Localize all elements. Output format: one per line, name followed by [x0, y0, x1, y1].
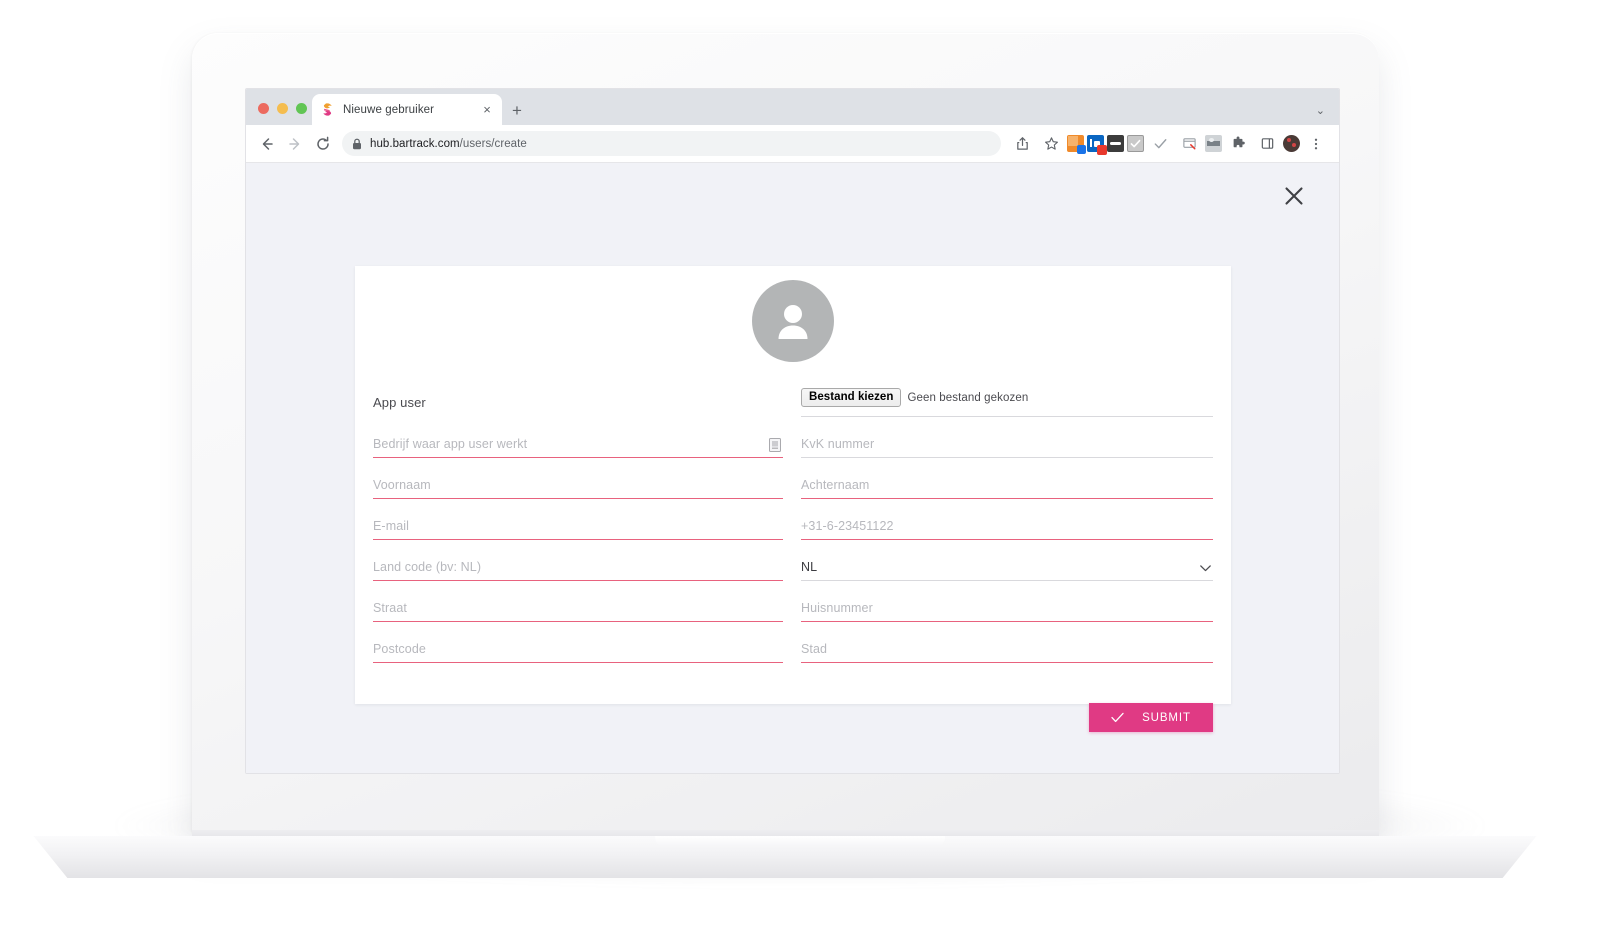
browser-toolbar: hub.bartrack.com/users/create — [246, 125, 1339, 163]
browser-tab-strip: Nieuwe gebruiker × + ⌄ — [246, 89, 1339, 125]
page-title: App user — [373, 395, 426, 410]
back-button[interactable] — [254, 131, 280, 157]
extensions-puzzle-icon[interactable] — [1225, 131, 1251, 157]
url-host: hub.bartrack.com — [370, 137, 460, 150]
field-postcode[interactable]: Postcode — [373, 628, 783, 669]
field-street[interactable]: Straat — [373, 587, 783, 628]
browser-window: Nieuwe gebruiker × + ⌄ hub.bartrack.com/… — [245, 88, 1340, 774]
choose-file-button[interactable]: Bestand kiezen — [801, 388, 902, 407]
extension-checkbox-icon[interactable] — [1127, 135, 1144, 152]
field-last-name[interactable]: Achternaam — [801, 464, 1213, 505]
extension-photo-icon[interactable] — [1205, 135, 1222, 152]
field-placeholder: Achternaam — [801, 478, 870, 492]
menu-kebab-icon[interactable] — [1303, 131, 1329, 157]
reload-button[interactable] — [310, 131, 336, 157]
address-bar[interactable]: hub.bartrack.com/users/create — [342, 131, 1001, 156]
field-underline — [373, 498, 783, 499]
submit-button[interactable]: SUBMIT — [1089, 703, 1213, 732]
select-value: NL — [801, 560, 818, 574]
field-placeholder: Straat — [373, 601, 407, 615]
field-placeholder: Voornaam — [373, 478, 431, 492]
tab-close-icon[interactable]: × — [480, 103, 494, 116]
field-email[interactable]: E-mail — [373, 505, 783, 546]
submit-row: SUBMIT — [1089, 703, 1213, 732]
forward-button[interactable] — [282, 131, 308, 157]
close-icon — [1285, 187, 1303, 205]
screenshot-root: Nieuwe gebruiker × + ⌄ hub.bartrack.com/… — [0, 0, 1600, 948]
arrow-right-icon — [289, 137, 300, 150]
field-underline — [373, 457, 783, 458]
field-underline — [801, 498, 1213, 499]
field-placeholder: Postcode — [373, 642, 426, 656]
create-user-card: App user Bestand kiezen Geen bestand gek… — [355, 266, 1231, 732]
extension-window-icon[interactable] — [1176, 131, 1202, 157]
chevron-down-icon[interactable]: ⌄ — [1316, 104, 1325, 117]
url-path: /users/create — [459, 137, 527, 150]
field-placeholder: KvK nummer — [801, 437, 875, 451]
field-underline — [801, 621, 1213, 622]
share-icon[interactable] — [1009, 131, 1035, 157]
linkedin-extension-icon[interactable] — [1087, 135, 1107, 155]
file-input-inner: Bestand kiezen Geen bestand gekozen — [801, 388, 1028, 417]
business-card-icon[interactable] — [769, 438, 781, 452]
address-bar-url: hub.bartrack.com/users/create — [370, 138, 527, 150]
checkmark-icon[interactable] — [1147, 131, 1173, 157]
field-underline — [373, 580, 783, 581]
field-country-select[interactable]: NL — [801, 546, 1213, 587]
field-country-code[interactable]: Land code (bv: NL) — [373, 546, 783, 587]
browser-tab[interactable]: Nieuwe gebruiker × — [312, 94, 502, 125]
field-placeholder: Bedrijf waar app user werkt — [373, 437, 528, 451]
field-house-number[interactable]: Huisnummer — [801, 587, 1213, 628]
field-underline — [801, 539, 1213, 540]
extension-dark-icon[interactable] — [1107, 135, 1124, 152]
field-underline — [373, 539, 783, 540]
page-content: App user Bestand kiezen Geen bestand gek… — [246, 163, 1339, 773]
submit-button-label: SUBMIT — [1142, 711, 1191, 724]
profile-avatar-icon[interactable] — [1283, 135, 1300, 152]
field-underline — [801, 457, 1213, 458]
toolbar-actions — [1009, 131, 1329, 157]
avatar[interactable] — [752, 280, 834, 362]
side-panel-icon[interactable] — [1254, 131, 1280, 157]
section-label-row: App user — [373, 382, 783, 423]
close-window-button[interactable] — [258, 103, 269, 114]
minimize-window-button[interactable] — [277, 103, 288, 114]
avatar-wrapper — [355, 266, 1231, 362]
file-status-label: Geen bestand gekozen — [907, 391, 1029, 404]
window-controls — [258, 103, 307, 114]
field-placeholder: Land code (bv: NL) — [373, 560, 482, 574]
check-icon — [1111, 712, 1124, 723]
bookmark-star-icon[interactable] — [1038, 131, 1064, 157]
field-placeholder: Huisnummer — [801, 601, 873, 615]
user-placeholder-icon — [778, 305, 808, 339]
browser-tab-title: Nieuwe gebruiker — [343, 103, 435, 116]
field-underline — [373, 621, 783, 622]
field-underline — [801, 662, 1213, 663]
field-underline — [373, 662, 783, 663]
avatar-file-field[interactable]: Bestand kiezen Geen bestand gekozen — [801, 382, 1213, 423]
laptop-base-notch — [655, 836, 945, 846]
arrow-left-icon — [262, 137, 273, 150]
field-city[interactable]: Stad — [801, 628, 1213, 669]
reload-icon — [317, 136, 329, 150]
chevron-down-icon[interactable] — [1200, 565, 1211, 572]
field-placeholder: Stad — [801, 642, 828, 656]
maximize-window-button[interactable] — [296, 103, 307, 114]
field-placeholder: +31-6-23451122 — [801, 519, 894, 533]
bartrack-logo-icon — [323, 103, 332, 116]
field-company[interactable]: Bedrijf waar app user werkt — [373, 423, 783, 464]
field-kvk[interactable]: KvK nummer — [801, 423, 1213, 464]
lock-icon — [353, 138, 361, 149]
new-tab-button[interactable]: + — [512, 102, 522, 119]
extension-orange-icon[interactable] — [1067, 135, 1086, 154]
field-phone[interactable]: +31-6-23451122 — [801, 505, 1213, 546]
field-first-name[interactable]: Voornaam — [373, 464, 783, 505]
field-underline — [801, 416, 1213, 417]
close-modal-button[interactable] — [1281, 183, 1307, 209]
field-underline — [801, 580, 1213, 581]
user-form: App user Bestand kiezen Geen bestand gek… — [373, 382, 1213, 669]
field-placeholder: E-mail — [373, 519, 410, 533]
